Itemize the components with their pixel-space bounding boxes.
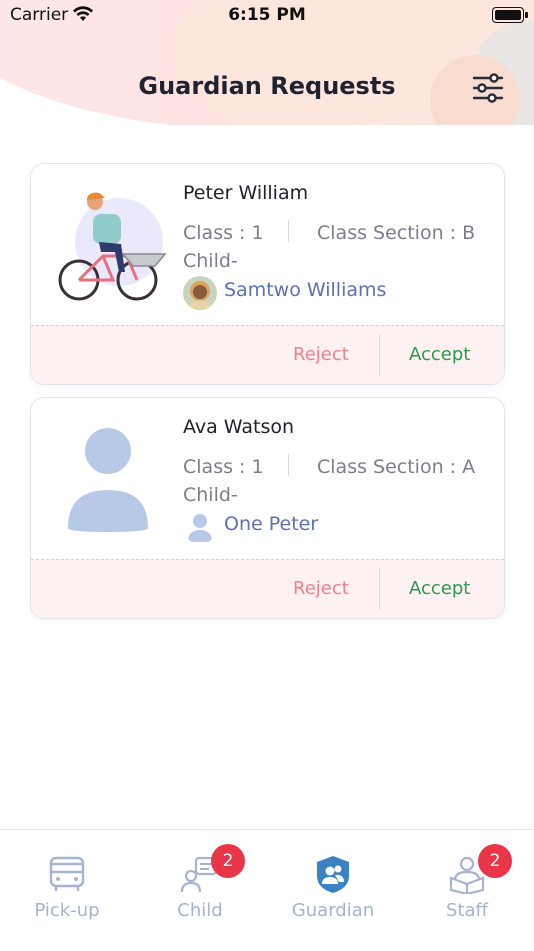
tab-label: Pick-up — [34, 900, 100, 921]
child-photo-avatar — [183, 276, 217, 310]
tab-label: Child — [177, 900, 223, 921]
divider — [379, 568, 380, 610]
notification-badge: 2 — [211, 844, 245, 878]
sliders-icon[interactable] — [464, 64, 512, 112]
reject-button[interactable]: Reject — [293, 578, 349, 599]
child-name-link[interactable]: One Peter — [224, 513, 318, 535]
tab-bar: Pick-up 2 Child Guardian 2 Staff — [0, 829, 534, 951]
guardian-shield-icon — [317, 856, 349, 893]
battery-icon — [492, 7, 528, 23]
notification-badge: 2 — [478, 844, 512, 878]
card-actions: Reject Accept — [31, 325, 504, 384]
divider — [288, 454, 289, 476]
clock: 6:15 PM — [228, 5, 306, 25]
tab-staff[interactable]: 2 Staff — [400, 830, 534, 930]
bus-icon — [49, 856, 85, 891]
status-bar: Carrier 6:15 PM — [0, 0, 534, 30]
tab-child[interactable]: 2 Child — [133, 830, 267, 930]
default-child-avatar-icon — [188, 514, 212, 542]
accept-button[interactable]: Accept — [409, 578, 470, 599]
card-actions: Reject Accept — [31, 559, 504, 618]
tab-label: Staff — [446, 900, 488, 921]
request-card: Peter William Class : 1 Class Section : … — [30, 163, 505, 385]
divider — [288, 220, 289, 242]
child-label: Child- — [183, 484, 238, 506]
guardian-name: Ava Watson — [183, 416, 295, 438]
accept-button[interactable]: Accept — [409, 344, 470, 365]
child-label: Child- — [183, 250, 238, 272]
class-section-label: Class Section : A — [317, 456, 476, 478]
child-name-link[interactable]: Samtwo Williams — [224, 279, 386, 301]
default-user-avatar-icon — [68, 428, 148, 532]
tab-guardian[interactable]: Guardian — [266, 830, 400, 930]
page-title: Guardian Requests — [138, 72, 396, 100]
class-label: Class : 1 — [183, 222, 264, 244]
guardian-name: Peter William — [183, 182, 309, 204]
tab-label: Guardian — [291, 900, 375, 921]
tab-pick-up[interactable]: Pick-up — [0, 830, 134, 930]
reject-button[interactable]: Reject — [293, 344, 349, 365]
class-label: Class : 1 — [183, 456, 264, 478]
class-section-label: Class Section : B — [317, 222, 476, 244]
request-card: Ava Watson Class : 1 Class Section : A C… — [30, 397, 505, 619]
cyclist-avatar-image — [58, 192, 167, 301]
divider — [379, 334, 380, 376]
